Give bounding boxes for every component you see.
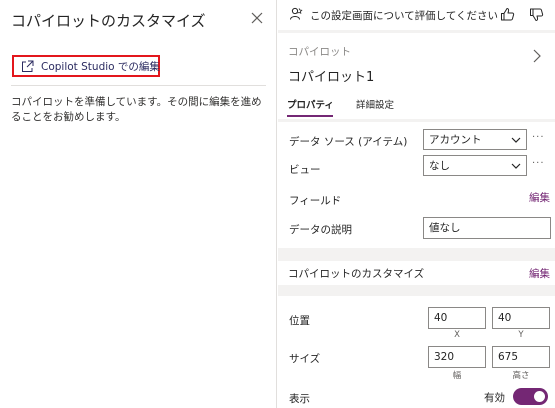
divider: [11, 85, 266, 86]
chevron-down-icon: [511, 137, 521, 143]
position-y-field[interactable]: 40: [492, 307, 550, 329]
position-y-caption: Y: [518, 330, 524, 340]
control-header: コパイロット コパイロット1 プロパティ 詳細設定: [278, 33, 555, 119]
visible-toggle-state: 有効: [484, 392, 505, 404]
tab-properties[interactable]: プロパティ: [287, 97, 334, 111]
position-label: 位置: [289, 315, 310, 327]
thumbs-down-icon[interactable]: [529, 7, 544, 22]
data-source-dropdown[interactable]: アカウント: [423, 129, 527, 150]
layout-properties-section: 位置 40 40 X Y サイズ 320 675 幅 高さ 表示 有効: [278, 296, 555, 408]
control-type-label: コパイロット: [288, 46, 351, 58]
customize-label: コパイロットのカスタマイズ: [288, 268, 425, 280]
data-description-field[interactable]: 値なし: [423, 217, 551, 239]
data-source-label: データ ソース (アイテム): [289, 136, 408, 148]
view-value: なし: [429, 160, 450, 172]
toggle-knob: [534, 391, 545, 402]
preparing-description: コパイロットを準備しています。その間に編集を進めることをお勧めします。: [11, 96, 262, 123]
edit-in-copilot-studio-link[interactable]: Copilot Studio での編集: [12, 55, 160, 77]
edit-link-label: Copilot Studio での編集: [41, 60, 160, 73]
visible-toggle[interactable]: [513, 388, 548, 405]
view-label: ビュー: [289, 164, 321, 176]
tab-advanced[interactable]: 詳細設定: [356, 97, 394, 111]
size-label: サイズ: [289, 353, 321, 365]
data-properties-section: データ ソース (アイテム) アカウント ··· ビュー なし ··· フィール…: [278, 122, 555, 248]
copilot-customize-row: コパイロットのカスタマイズ 編集: [278, 261, 555, 285]
position-x-caption: X: [454, 330, 460, 340]
thumbs-up-icon[interactable]: [500, 7, 515, 22]
active-tab-indicator: [287, 115, 333, 117]
fields-label: フィールド: [289, 195, 342, 207]
visible-label: 表示: [289, 393, 310, 405]
properties-panel: この設定画面について評価してください コパイロット コパイロット1 プロパティ …: [278, 0, 555, 408]
view-dropdown[interactable]: なし: [423, 155, 527, 176]
open-external-icon: [22, 60, 34, 72]
chevron-down-icon: [511, 163, 521, 169]
control-name: コパイロット1: [288, 70, 375, 85]
position-x-field[interactable]: 40: [428, 307, 486, 329]
feedback-bar: この設定画面について評価してください: [278, 0, 555, 30]
fields-edit-link[interactable]: 編集: [529, 190, 550, 205]
size-height-field[interactable]: 675: [492, 346, 550, 368]
feedback-prompt: この設定画面について評価してください: [310, 10, 499, 22]
size-height-caption: 高さ: [512, 371, 530, 381]
pane-title: コパイロットのカスタマイズ: [11, 12, 206, 30]
feedback-person-icon: [290, 7, 303, 20]
view-more-button[interactable]: ···: [532, 158, 545, 169]
chevron-right-icon[interactable]: [532, 48, 542, 64]
data-source-value: アカウント: [429, 134, 482, 146]
close-icon[interactable]: [250, 11, 264, 25]
customize-copilot-pane: コパイロットのカスタマイズ Copilot Studio での編集 コパイロット…: [0, 0, 277, 408]
size-width-caption: 幅: [452, 371, 462, 381]
data-source-more-button[interactable]: ···: [532, 132, 545, 143]
customize-edit-link[interactable]: 編集: [529, 266, 550, 281]
data-description-label: データの説明: [289, 224, 352, 236]
size-width-field[interactable]: 320: [428, 346, 486, 368]
